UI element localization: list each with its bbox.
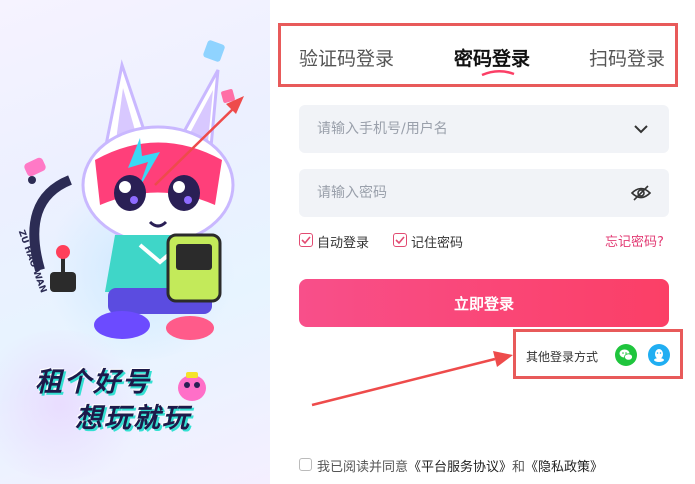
agreement-prefix: 我已阅读并同意 <box>317 460 409 475</box>
check-icon <box>301 236 311 245</box>
mascot-illustration: ZU HAO WAN <box>16 40 235 340</box>
tab-qr-login[interactable]: 扫码登录 <box>589 44 665 71</box>
agreement-and: 和 <box>512 460 526 475</box>
agreement-checkbox[interactable] <box>299 458 312 471</box>
account-input[interactable] <box>299 105 619 153</box>
tab-sms-login[interactable]: 验证码登录 <box>299 44 394 71</box>
active-tab-underline <box>481 70 515 77</box>
agreement-text: 我已阅读并同意《平台服务协议》和《隐私政策》 <box>317 456 603 475</box>
service-agreement-link[interactable]: 《平台服务协议》 <box>408 460 512 475</box>
password-input[interactable] <box>299 169 619 217</box>
login-button[interactable]: 立即登录 <box>299 279 669 327</box>
promo-panel: ZU HAO WAN 租个好号 想玩就玩 <box>0 0 270 484</box>
mascot-mini-icon <box>178 372 206 401</box>
privacy-policy-link[interactable]: 《隐私政策》 <box>525 460 603 475</box>
password-field <box>299 169 669 217</box>
forgot-password-link[interactable]: 忘记密码? <box>605 231 664 250</box>
login-tabs: 验证码登录 密码登录 扫码登录 <box>278 23 678 87</box>
chevron-down-icon[interactable] <box>631 120 651 138</box>
qq-icon[interactable] <box>648 344 670 366</box>
auto-login-label: 自动登录 <box>317 236 370 251</box>
eye-hidden-icon[interactable] <box>631 184 651 202</box>
other-login-section: 其他登录方式 <box>513 329 683 379</box>
account-field <box>299 105 669 153</box>
auto-login-checkbox[interactable] <box>299 233 313 247</box>
remember-password-checkbox[interactable] <box>393 233 407 247</box>
other-login-label: 其他登录方式 <box>526 350 599 364</box>
annotation-arrow-other <box>311 351 513 407</box>
wechat-icon[interactable] <box>615 344 637 366</box>
remember-password-label: 记住密码 <box>411 236 464 251</box>
tab-password-login[interactable]: 密码登录 <box>454 44 530 71</box>
check-icon <box>395 236 405 245</box>
slogan-line-2: 想玩就玩 <box>75 403 191 434</box>
